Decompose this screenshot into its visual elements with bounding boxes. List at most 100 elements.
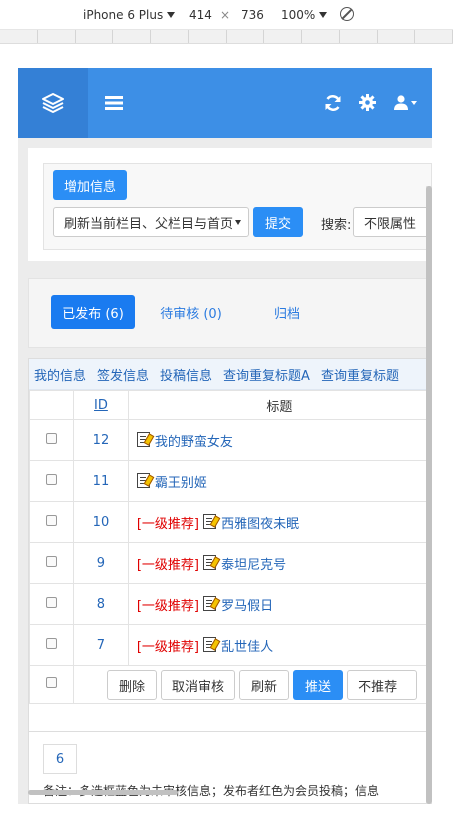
chevron-down-icon (167, 12, 176, 18)
cancel-review-button[interactable]: 取消审核 (161, 670, 236, 700)
user-menu-button[interactable] (394, 95, 417, 110)
row-checkbox-cell (28, 583, 75, 625)
horizontal-scrollbar-thumb[interactable] (28, 790, 178, 795)
edit-document-icon[interactable] (203, 554, 217, 570)
zoom-value: 100% (281, 8, 316, 22)
chevron-down-icon (319, 12, 328, 18)
row-title-link[interactable]: 我的野蛮女友 (155, 435, 233, 450)
row-id: 9 (73, 542, 129, 584)
viewport-width[interactable]: 414 (189, 8, 212, 22)
table-actions-row: 删除 取消审核 刷新 推送 不推荐 (28, 665, 431, 704)
add-info-button[interactable]: 增加信息 (53, 170, 127, 200)
row-checkbox[interactable] (46, 596, 58, 608)
row-title-cell: 霸王别姬 (127, 460, 432, 502)
sort-id-link[interactable]: ID (94, 398, 108, 413)
device-name: iPhone 6 Plus (83, 8, 164, 22)
header-checkbox-col (28, 390, 75, 420)
link-my-info[interactable]: 我的信息 (34, 365, 86, 384)
attribute-select[interactable]: 不限属性 (353, 207, 432, 237)
row-title-link[interactable]: 罗马假日 (221, 599, 273, 614)
row-title-cell: [一级推荐] 乱世佳人 (127, 624, 432, 666)
row-id: 10 (73, 501, 129, 543)
row-id: 11 (73, 460, 129, 502)
recommend-badge: [一级推荐] (136, 639, 199, 655)
refresh-scope-value: 刷新当前栏目、父栏目与首页 (64, 216, 234, 232)
push-button[interactable]: 推送 (293, 670, 344, 700)
viewport-height[interactable]: 736 (241, 8, 264, 22)
table-header-row: ID 标题 (28, 390, 432, 420)
row-title-cell: [一级推荐] 泰坦尼克号 (127, 542, 432, 584)
row-checkbox-cell (28, 419, 75, 461)
header-id[interactable]: ID (73, 390, 129, 420)
gear-icon[interactable] (359, 94, 376, 111)
row-title-link[interactable]: 乱世佳人 (221, 640, 273, 655)
actions-cell: 删除 取消审核 刷新 推送 不推荐 (73, 665, 431, 704)
row-id: 7 (73, 624, 129, 666)
refresh-icon[interactable] (324, 94, 342, 112)
page-number-button[interactable]: 6 (43, 744, 77, 774)
table-row: 10 [一级推荐] 西雅图夜未眠 (28, 501, 432, 543)
link-duplicate-title-a[interactable]: 查询重复标题A (223, 365, 310, 384)
edit-document-icon[interactable] (203, 595, 217, 611)
row-checkbox[interactable] (46, 555, 58, 567)
info-table: ID 标题 12 我的野蛮女友 11 霸王别姬 10 [一级推荐] 西雅图夜未眠 (28, 390, 432, 704)
recommend-select[interactable]: 不推荐 (347, 670, 418, 700)
chevron-down-icon (411, 100, 417, 105)
table-row: 8 [一级推荐] 罗马假日 (28, 583, 432, 625)
tab-published[interactable]: 已发布 (6) (51, 295, 135, 329)
tool-panel-inner: 增加信息 刷新当前栏目、父栏目与首页 提交 搜索: 不限属性 (43, 163, 432, 250)
row-title-link[interactable]: 西雅图夜未眠 (221, 517, 299, 532)
table-row: 11 霸王别姬 (28, 460, 432, 502)
tool-panel: 增加信息 刷新当前栏目、父栏目与首页 提交 搜索: 不限属性 (28, 148, 432, 261)
devtools-toolbar: iPhone 6 Plus 414 × 736 100% (0, 0, 453, 30)
row-id: 8 (73, 583, 129, 625)
link-signed-info[interactable]: 签发信息 (97, 365, 149, 384)
vertical-scrollbar-thumb[interactable] (426, 186, 432, 804)
select-all-cell (28, 665, 75, 704)
edit-document-icon[interactable] (136, 431, 150, 447)
submit-button[interactable]: 提交 (253, 207, 303, 237)
row-title-link[interactable]: 霸王别姬 (155, 476, 207, 491)
row-checkbox-cell (28, 542, 75, 584)
edit-document-icon[interactable] (203, 636, 217, 652)
row-checkbox[interactable] (46, 514, 58, 526)
refresh-scope-select[interactable]: 刷新当前栏目、父栏目与首页 (53, 207, 249, 237)
link-duplicate-title[interactable]: 查询重复标题 (321, 365, 399, 384)
recommend-value: 不推荐 (358, 679, 398, 695)
info-links-bar: 我的信息 签发信息 投稿信息 查询重复标题A 查询重复标题 (29, 359, 432, 390)
row-checkbox[interactable] (46, 432, 58, 444)
zoom-select[interactable]: 100% (281, 8, 328, 22)
row-title-link[interactable]: 泰坦尼克号 (221, 558, 286, 573)
tab-pending[interactable]: 待审核 (0) (151, 295, 231, 329)
attribute-value: 不限属性 (364, 216, 417, 232)
row-title-cell: [一级推荐] 西雅图夜未眠 (127, 501, 432, 543)
refresh-button[interactable]: 刷新 (239, 670, 290, 700)
edit-document-icon[interactable] (136, 472, 150, 488)
row-checkbox-cell (28, 624, 75, 666)
table-row: 9 [一级推荐] 泰坦尼克号 (28, 542, 432, 584)
row-title-cell: 我的野蛮女友 (127, 419, 432, 461)
edit-document-icon[interactable] (203, 513, 217, 529)
link-submitted-info[interactable]: 投稿信息 (160, 365, 212, 384)
chevron-down-icon (235, 220, 241, 225)
table-row: 7 [一级推荐] 乱世佳人 (28, 624, 432, 666)
device-viewport: 增加信息 刷新当前栏目、父栏目与首页 提交 搜索: 不限属性 已发布 (6) 待… (18, 68, 432, 804)
device-select[interactable]: iPhone 6 Plus (83, 8, 176, 22)
main-content: 增加信息 刷新当前栏目、父栏目与首页 提交 搜索: 不限属性 已发布 (6) 待… (28, 138, 432, 804)
top-navbar (18, 68, 432, 138)
row-title-cell: [一级推荐] 罗马假日 (127, 583, 432, 625)
header-title: 标题 (127, 390, 432, 420)
recommend-badge: [一级推荐] (136, 557, 199, 573)
rotate-icon[interactable] (340, 7, 354, 21)
media-query-ruler (0, 30, 453, 44)
row-checkbox[interactable] (46, 637, 58, 649)
row-checkbox[interactable] (46, 473, 58, 485)
delete-button[interactable]: 删除 (107, 670, 158, 700)
layers-logo-button[interactable] (18, 68, 88, 138)
user-icon (394, 95, 408, 110)
menu-icon[interactable] (105, 96, 123, 110)
tab-archive[interactable]: 归档 (259, 295, 315, 329)
recommend-badge: [一级推荐] (136, 516, 199, 532)
info-list-panel: 我的信息 签发信息 投稿信息 查询重复标题A 查询重复标题 ID 标题 12 我… (28, 358, 432, 732)
select-all-checkbox[interactable] (46, 677, 58, 688)
